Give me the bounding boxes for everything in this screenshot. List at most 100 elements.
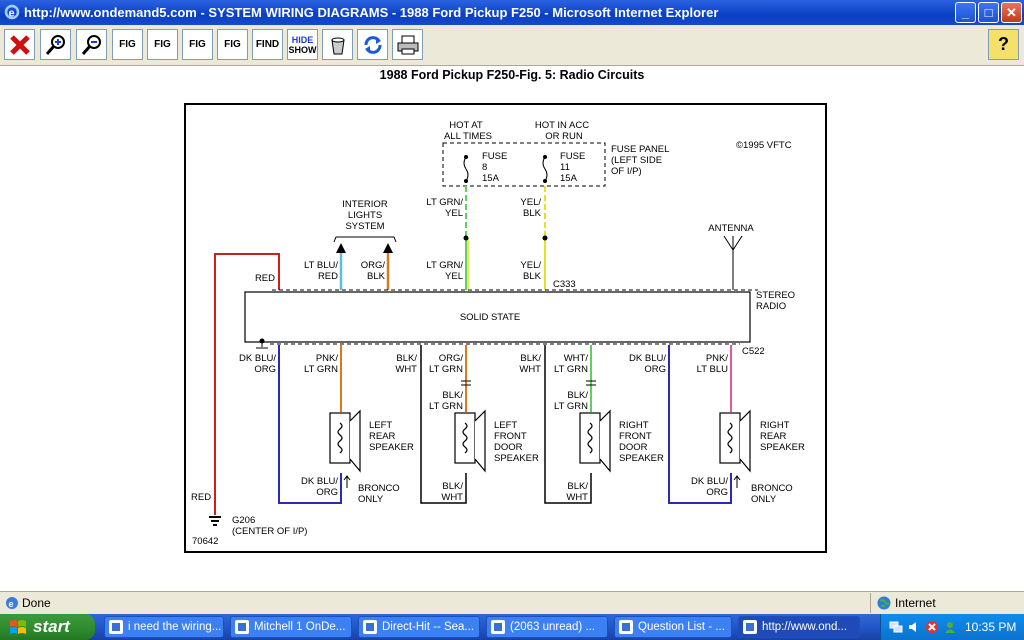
maximize-button[interactable]: □ — [978, 2, 999, 23]
start-label: start — [33, 617, 70, 636]
pnk-ltgrn-line2: LT GRN — [304, 364, 338, 375]
task-label: (2063 unread) ... — [510, 621, 596, 633]
minimize-button[interactable]: _ — [955, 2, 976, 23]
figure-icon: FIG — [119, 39, 136, 50]
taskbar-item-mitchell[interactable]: Mitchell 1 OnDe... — [230, 616, 352, 638]
magnifier-minus-icon — [81, 34, 101, 55]
hot-at-all-times-line2: ALL TIMES — [444, 131, 492, 142]
volume-icon[interactable] — [907, 620, 921, 634]
left-rear-speaker-line3: SPEAKER — [369, 442, 414, 453]
blk-wht-c-line2: WHT — [441, 492, 463, 503]
status-divider — [870, 593, 871, 613]
find-button[interactable]: FIND — [252, 29, 283, 60]
right-front-door-line3: DOOR — [619, 442, 648, 453]
dkblu-org-mid-line2: ORG — [644, 364, 666, 375]
help-button[interactable]: ? — [988, 29, 1019, 60]
fuse-11-symbol — [542, 155, 548, 183]
windows-logo-icon — [10, 620, 26, 634]
status-bar: e Done Internet — [0, 591, 1024, 614]
fuse-11-line1: FUSE — [560, 151, 585, 162]
taskbar-item-question-list[interactable]: Question List - ... — [614, 616, 732, 638]
interior-lights-line3: SYSTEM — [345, 221, 384, 232]
dkblu-org-b2-line1: DK BLU/ — [691, 476, 728, 487]
org-ltgrn-line1: ORG/ — [439, 353, 464, 364]
stereo-radio-line2: RADIO — [756, 301, 786, 312]
task-label: Mitchell 1 OnDe... — [254, 621, 346, 633]
right-rear-speaker-icon — [719, 410, 751, 472]
clock: 10:35 PM — [965, 620, 1017, 634]
bronco-a-line2: ONLY — [358, 494, 384, 505]
messenger-icon[interactable] — [943, 620, 957, 634]
bronco-b-arrow — [733, 475, 741, 488]
dkblu-org-mid-line1: DK BLU/ — [629, 353, 666, 364]
fuse-11-line3: 15A — [560, 173, 578, 184]
hot-at-all-times-line1: HOT AT — [449, 120, 483, 131]
left-rear-speaker-icon — [329, 410, 361, 472]
window-title: http://www.ondemand5.com - SYSTEM WIRING… — [24, 5, 719, 20]
window-title-bar: e http://www.ondemand5.com - SYSTEM WIRI… — [0, 0, 1024, 25]
org-ltgrn-line2: LT GRN — [429, 364, 463, 375]
print-button[interactable] — [392, 29, 423, 60]
figure-forward-icon: FIG — [224, 39, 241, 50]
blk-wht-a-line1: BLK/ — [396, 353, 417, 364]
taskbar-item-direct-hit[interactable]: Direct-Hit -- Sea... — [358, 616, 480, 638]
right-rear-speaker-line3: SPEAKER — [760, 442, 805, 453]
next-figure-button[interactable]: FIG — [217, 29, 248, 60]
page-content: 1988 Ford Pickup F250-Fig. 5: Radio Circ… — [0, 66, 1024, 590]
toolbar: FIG FIG FIG FIG FIND HIDE SHOW ? — [0, 25, 1024, 66]
blk-wht-c-line1: BLK/ — [442, 481, 463, 492]
figure-number: 70642 — [192, 536, 218, 547]
notes-button[interactable] — [322, 29, 353, 60]
blk-wht-d-line1: BLK/ — [567, 481, 588, 492]
right-front-door-speaker-icon — [579, 410, 611, 472]
task-label: Question List - ... — [638, 621, 725, 633]
taskbar: start i need the wiring... Mitchell 1 On… — [0, 614, 1024, 640]
fuse-8-line2: 8 — [482, 162, 487, 173]
fuse-8-symbol — [463, 155, 469, 183]
left-front-door-line2: FRONT — [494, 431, 527, 442]
interior-lights-line2: LIGHTS — [348, 210, 382, 221]
zoom-out-button[interactable] — [76, 29, 107, 60]
pnk-ltblu-line1: PNK/ — [706, 353, 729, 364]
right-rear-speaker-line2: REAR — [760, 431, 787, 442]
zoom-in-button[interactable] — [40, 29, 71, 60]
ltgrn-yel-top-line2: YEL — [445, 208, 463, 219]
hide-show-button[interactable]: HIDE SHOW — [287, 29, 318, 60]
right-front-door-line1: RIGHT — [619, 420, 649, 431]
left-front-door-speaker-icon — [454, 410, 486, 472]
dkblu-org-b2-line2: ORG — [706, 487, 728, 498]
connector-c522: C522 — [742, 346, 765, 357]
dkblu-org-b1-line1: DK BLU/ — [301, 476, 338, 487]
dkblu-org-left-line2: ORG — [254, 364, 276, 375]
pnk-ltgrn-line1: PNK/ — [316, 353, 339, 364]
start-button[interactable]: start — [0, 614, 95, 640]
g206-line1: G206 — [232, 515, 255, 526]
left-front-door-line3: DOOR — [494, 442, 523, 453]
splice-lt-grn — [463, 235, 469, 241]
hot-in-acc-line1: HOT IN ACC — [535, 120, 589, 131]
antenna-label: ANTENNA — [708, 223, 754, 234]
close-window-button[interactable]: ✕ — [1001, 2, 1022, 23]
internet-explorer-icon: e — [4, 4, 20, 20]
left-rear-speaker-line2: REAR — [369, 431, 396, 442]
taskbar-item-ondemand[interactable]: http://www.ond... — [738, 616, 860, 638]
taskbar-item-wiring[interactable]: i need the wiring... — [104, 616, 224, 638]
figure-back-icon: FIG — [189, 39, 206, 50]
figure-button[interactable]: FIG — [112, 29, 143, 60]
network-icon[interactable] — [889, 620, 903, 634]
taskbar-item-unread[interactable]: (2063 unread) ... — [486, 616, 608, 638]
red-bottom-label: RED — [191, 492, 211, 503]
previous-figure-button[interactable]: FIG — [182, 29, 213, 60]
interior-lights-line1: INTERIOR — [342, 199, 388, 210]
ltblu-red-line2: RED — [318, 271, 338, 282]
security-alert-icon[interactable] — [925, 620, 939, 634]
right-front-door-line4: SPEAKER — [619, 453, 664, 464]
org-blk-line2: BLK — [367, 271, 386, 282]
blk-ltgrn-a-line2: LT GRN — [429, 401, 463, 412]
figure-select-button[interactable]: FIG — [147, 29, 178, 60]
bucket-icon — [330, 37, 345, 54]
exit-button[interactable] — [4, 29, 35, 60]
left-rear-speaker-line1: LEFT — [369, 420, 392, 431]
refresh-button[interactable] — [357, 29, 388, 60]
radio-ground-icon — [256, 343, 268, 349]
